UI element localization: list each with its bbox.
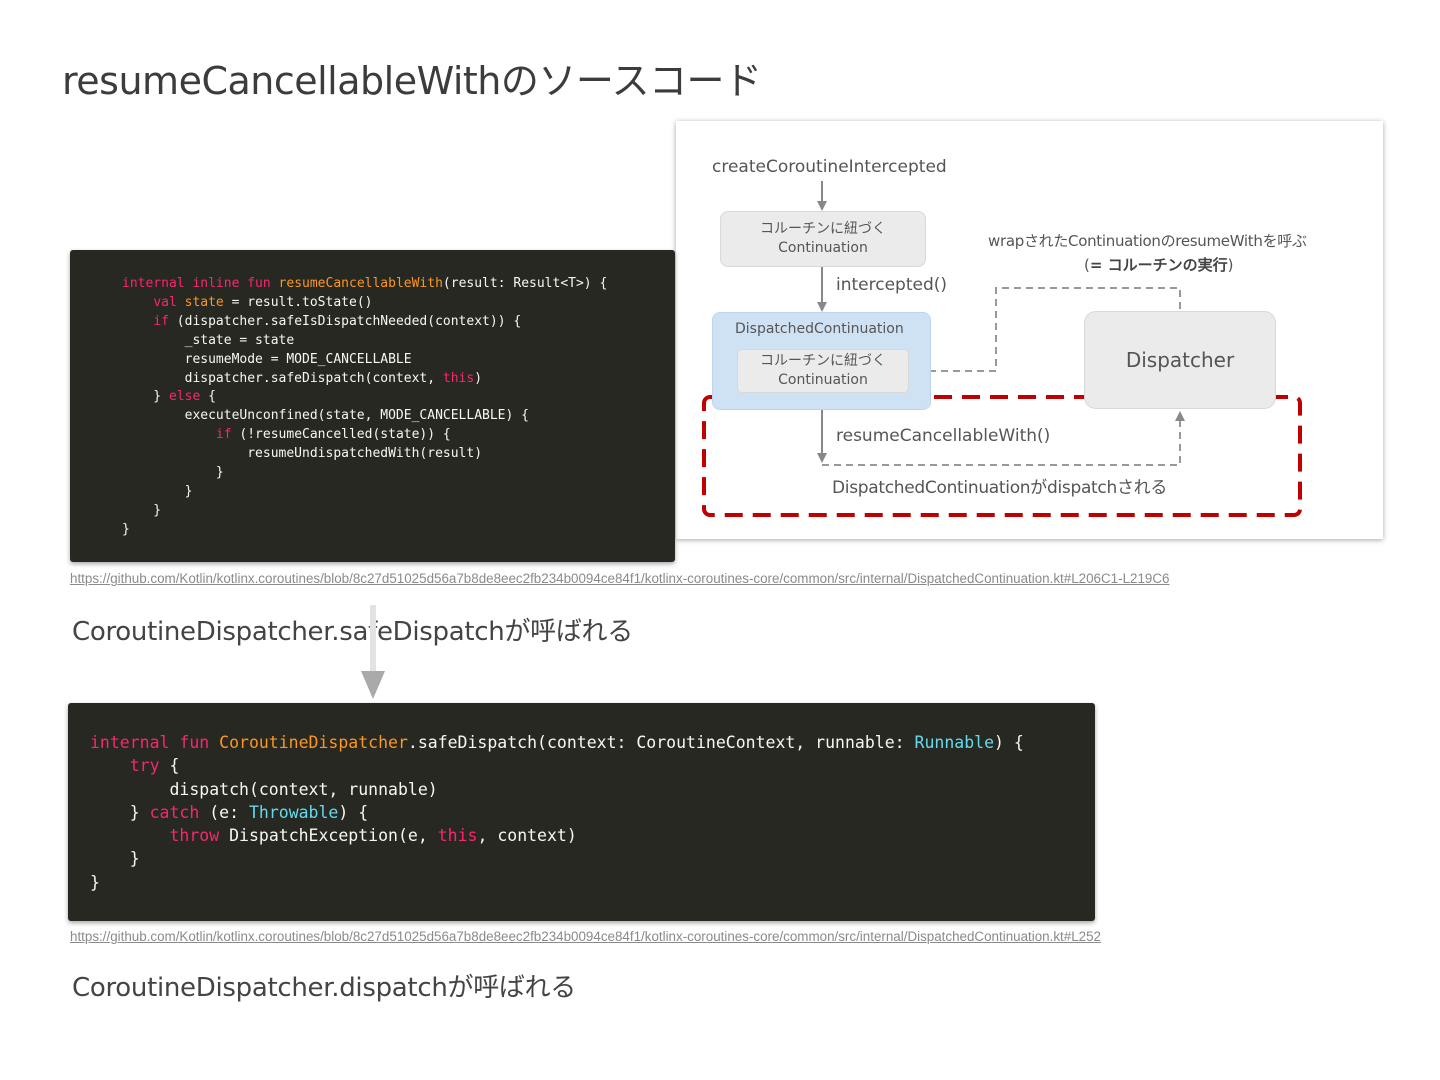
slide-title: resumeCancellableWithのソースコード xyxy=(62,59,762,103)
wrap-note-line1: wrapされたContinuationのresumeWithを呼ぶ xyxy=(988,232,1307,250)
wrap-note-bold: = コルーチンの実行 xyxy=(1089,256,1228,274)
code-line: } xyxy=(90,873,100,892)
wrap-note-close: ) xyxy=(1227,256,1234,274)
wrap-note-line2: (= コルーチンの実行) xyxy=(1084,254,1234,275)
code-token: } xyxy=(90,872,100,892)
code-token: this xyxy=(437,826,478,846)
code-token: _state = state xyxy=(122,332,295,348)
code-token: = result.toState() xyxy=(223,294,373,310)
intercepted-label: intercepted() xyxy=(836,275,948,295)
code-line: resumeMode = MODE_CANCELLABLE xyxy=(122,352,412,367)
code-token: ) { xyxy=(338,802,369,822)
code-token: CoroutineDispatcher xyxy=(219,733,408,752)
code-token: Throwable xyxy=(248,802,339,822)
dispatcher-label: Dispatcher xyxy=(1125,348,1235,372)
code-line: } catch (e: Throwable) { xyxy=(90,803,368,822)
code-line: dispatcher.safeDispatch(context, this) xyxy=(122,371,482,386)
continuation-box-line2: Continuation xyxy=(778,240,868,256)
code-token: internal inline fun xyxy=(122,276,279,291)
code-token: } xyxy=(122,465,224,481)
caption-dispatch: CoroutineDispatcher.dispatchが呼ばれる xyxy=(72,973,576,1003)
source-link-1[interactable]: https://github.com/Kotlin/kotlinx.corout… xyxy=(70,571,1169,586)
code-line: resumeUndispatchedWith(result) xyxy=(122,446,482,461)
dispatched-continuation-label: DispatchedContinuation xyxy=(735,321,904,337)
dispatcher-box: Dispatcher xyxy=(1084,311,1276,409)
code-token: .safeDispatch(context: CoroutineContext,… xyxy=(407,733,915,752)
code-token: internal fun xyxy=(90,733,220,752)
code-token: { xyxy=(159,756,180,776)
code-line: throw DispatchException(e, this, context… xyxy=(90,826,577,846)
code-line: } xyxy=(122,522,130,537)
code-token: ) { xyxy=(994,733,1024,752)
code-token: executeUnconfined(state, MODE_CANCELLABL… xyxy=(122,408,529,424)
resume-cancellable-label: resumeCancellableWith() xyxy=(836,426,1051,446)
inner-box-line2: Continuation xyxy=(778,372,868,388)
code-token: if xyxy=(215,427,232,443)
code-token: catch xyxy=(149,802,200,822)
code-token: } xyxy=(90,849,140,869)
code-token: resumeUndispatchedWith(result) xyxy=(122,446,483,462)
code-line: try { xyxy=(90,756,180,776)
code-text: internal fun CoroutineDispatcher.safeDis… xyxy=(68,703,1095,894)
code-token: dispatch(context, runnable) xyxy=(90,779,438,799)
code-line: } xyxy=(122,465,224,480)
code-block-resume-cancellable: internal inline fun resumeCancellableWit… xyxy=(70,250,675,562)
caption-safe-dispatch: CoroutineDispatcher.safeDispatchが呼ばれる xyxy=(72,617,633,647)
code-token: (result: Result<T>) { xyxy=(442,276,608,291)
code-token: val xyxy=(153,294,185,310)
code-line: } xyxy=(90,849,140,868)
code-token: } xyxy=(122,389,169,405)
code-token: (e: xyxy=(199,802,249,822)
code-text: internal inline fun resumeCancellableWit… xyxy=(70,250,675,540)
code-token: if xyxy=(153,313,169,329)
code-line: } xyxy=(122,483,193,499)
code-line: } xyxy=(122,503,161,518)
code-token: resumeCancellableWith xyxy=(278,276,443,291)
code-token: } xyxy=(122,521,130,537)
code-token: (!resumeCancelled(state)) { xyxy=(231,427,451,443)
code-token: (dispatcher.safeIsDispatchNeeded(context… xyxy=(168,313,522,329)
code-line: if (!resumeCancelled(state)) { xyxy=(122,427,451,442)
code-token: } xyxy=(122,483,193,499)
inner-continuation-box: コルーチンに紐づく Continuation xyxy=(737,349,909,393)
code-line: internal fun CoroutineDispatcher.safeDis… xyxy=(90,733,1024,752)
code-token: throw xyxy=(169,826,220,846)
code-token: dispatcher.safeDispatch(context, xyxy=(122,370,443,386)
flow-diagram: createCoroutineIntercepted コルーチンに紐づく Con… xyxy=(676,121,1383,539)
code-token: , context) xyxy=(477,826,577,846)
code-token: else xyxy=(168,389,201,405)
inner-box-line1: コルーチンに紐づく xyxy=(760,353,886,369)
code-token: { xyxy=(200,389,216,405)
continuation-box-line1: コルーチンに紐づく xyxy=(760,221,886,237)
source-link-2[interactable]: https://github.com/Kotlin/kotlinx.corout… xyxy=(70,929,1101,944)
code-token: } xyxy=(122,502,162,518)
code-token: Runnable xyxy=(914,733,995,752)
dispatched-continuation-box: DispatchedContinuation コルーチンに紐づく Continu… xyxy=(712,312,931,410)
dispatch-label: DispatchedContinuationがdispatchされる xyxy=(832,478,1168,498)
code-line: val state = result.toState() xyxy=(122,295,372,310)
code-line: executeUnconfined(state, MODE_CANCELLABL… xyxy=(122,408,529,423)
code-block-safe-dispatch: internal fun CoroutineDispatcher.safeDis… xyxy=(68,703,1095,921)
create-intercepted-label: createCoroutineIntercepted xyxy=(712,157,947,177)
down-arrow-icon xyxy=(361,605,385,699)
code-token: state xyxy=(184,294,224,310)
code-line: if (dispatcher.safeIsDispatchNeeded(cont… xyxy=(122,314,521,329)
code-token: resumeMode = MODE_CANCELLABLE xyxy=(122,351,412,367)
code-line: _state = state xyxy=(122,332,295,348)
code-token: ) xyxy=(474,370,483,386)
code-line: internal inline fun resumeCancellableWit… xyxy=(122,276,607,291)
code-line: } else { xyxy=(122,389,216,404)
code-token: } xyxy=(90,802,150,822)
code-line: dispatch(context, runnable) xyxy=(90,779,438,799)
code-token: this xyxy=(442,370,475,386)
continuation-box: コルーチンに紐づく Continuation xyxy=(720,211,926,267)
code-token: DispatchException(e, xyxy=(219,826,438,846)
code-token: try xyxy=(129,756,160,776)
